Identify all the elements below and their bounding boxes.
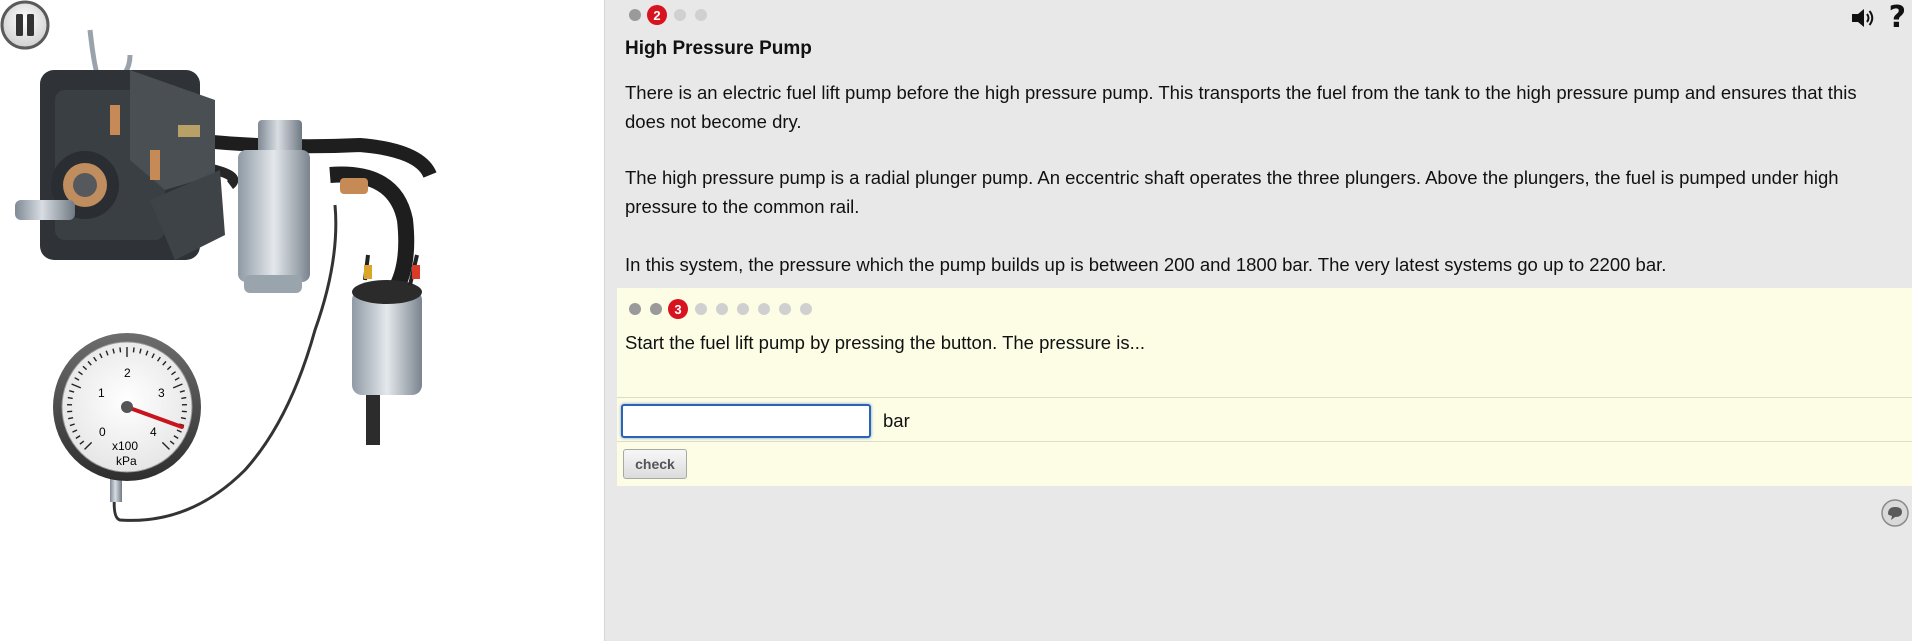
page-progress: 2 — [629, 4, 716, 26]
illustration-panel: 1 2 3 0 4 x100 kPa — [0, 0, 604, 641]
pressure-answer-input[interactable] — [621, 404, 871, 438]
gauge-label-4: 4 — [150, 425, 157, 439]
fuel-system-illustration: 1 2 3 0 4 x100 kPa — [15, 29, 437, 522]
page-step-4[interactable] — [695, 9, 707, 21]
page-step-3[interactable] — [674, 9, 686, 21]
page-step-1[interactable] — [629, 9, 641, 21]
question-step-7[interactable] — [758, 303, 770, 315]
question-step-4[interactable] — [695, 303, 707, 315]
question-step-9[interactable] — [800, 303, 812, 315]
divider — [617, 441, 1912, 442]
gauge-label-0: 0 — [99, 425, 106, 439]
question-step-5[interactable] — [716, 303, 728, 315]
page-title: High Pressure Pump — [625, 38, 812, 59]
gauge-tick — [132, 347, 135, 353]
content-panel: 2 ? High Pressure Pump There is an elect… — [604, 0, 1912, 641]
question-box: 3 Start the fuel lift pump by pressing t… — [617, 288, 1912, 486]
gauge-label-2: 2 — [124, 366, 131, 380]
question-step-3[interactable]: 3 — [668, 299, 688, 319]
gauge-multiplier: x100 — [112, 439, 138, 453]
question-step-6[interactable] — [737, 303, 749, 315]
gauge-label-3: 3 — [158, 386, 165, 400]
question-step-1[interactable] — [629, 303, 641, 315]
gauge-fitting — [110, 478, 122, 502]
page-step-2[interactable]: 2 — [647, 5, 667, 25]
gauge-tick — [68, 417, 74, 420]
gauge-label-1: 1 — [98, 386, 105, 400]
paragraph-lift-pump: There is an electric fuel lift pump befo… — [625, 82, 1857, 132]
electric-lift-pump — [352, 254, 422, 445]
gauge-tick — [119, 347, 122, 353]
paragraph-radial-pump: The high pressure pump is a radial plung… — [625, 167, 1839, 217]
question-step-2[interactable] — [650, 303, 662, 315]
high-pressure-pump — [15, 70, 225, 260]
gauge-tick — [67, 396, 73, 400]
gauge-unit: kPa — [116, 454, 137, 468]
gauge-tick — [181, 396, 187, 400]
question-step-8[interactable] — [779, 303, 791, 315]
unit-label: bar — [883, 410, 910, 431]
gauge-hub — [121, 401, 133, 413]
check-button[interactable]: check — [623, 449, 687, 479]
help-icon[interactable]: ? — [1889, 0, 1906, 35]
paragraph-pressure-range: In this system, the pressure which the p… — [625, 254, 1667, 275]
speaker-icon[interactable] — [1850, 6, 1876, 30]
gauge-tick — [180, 417, 186, 420]
pause-button[interactable] — [0, 0, 50, 50]
question-prompt: Start the fuel lift pump by pressing the… — [625, 332, 1145, 353]
question-progress: 3 — [629, 298, 821, 320]
comment-icon[interactable] — [1880, 498, 1910, 528]
divider — [617, 397, 1912, 398]
pressure-gauge: 1 2 3 0 4 x100 kPa — [53, 333, 201, 481]
